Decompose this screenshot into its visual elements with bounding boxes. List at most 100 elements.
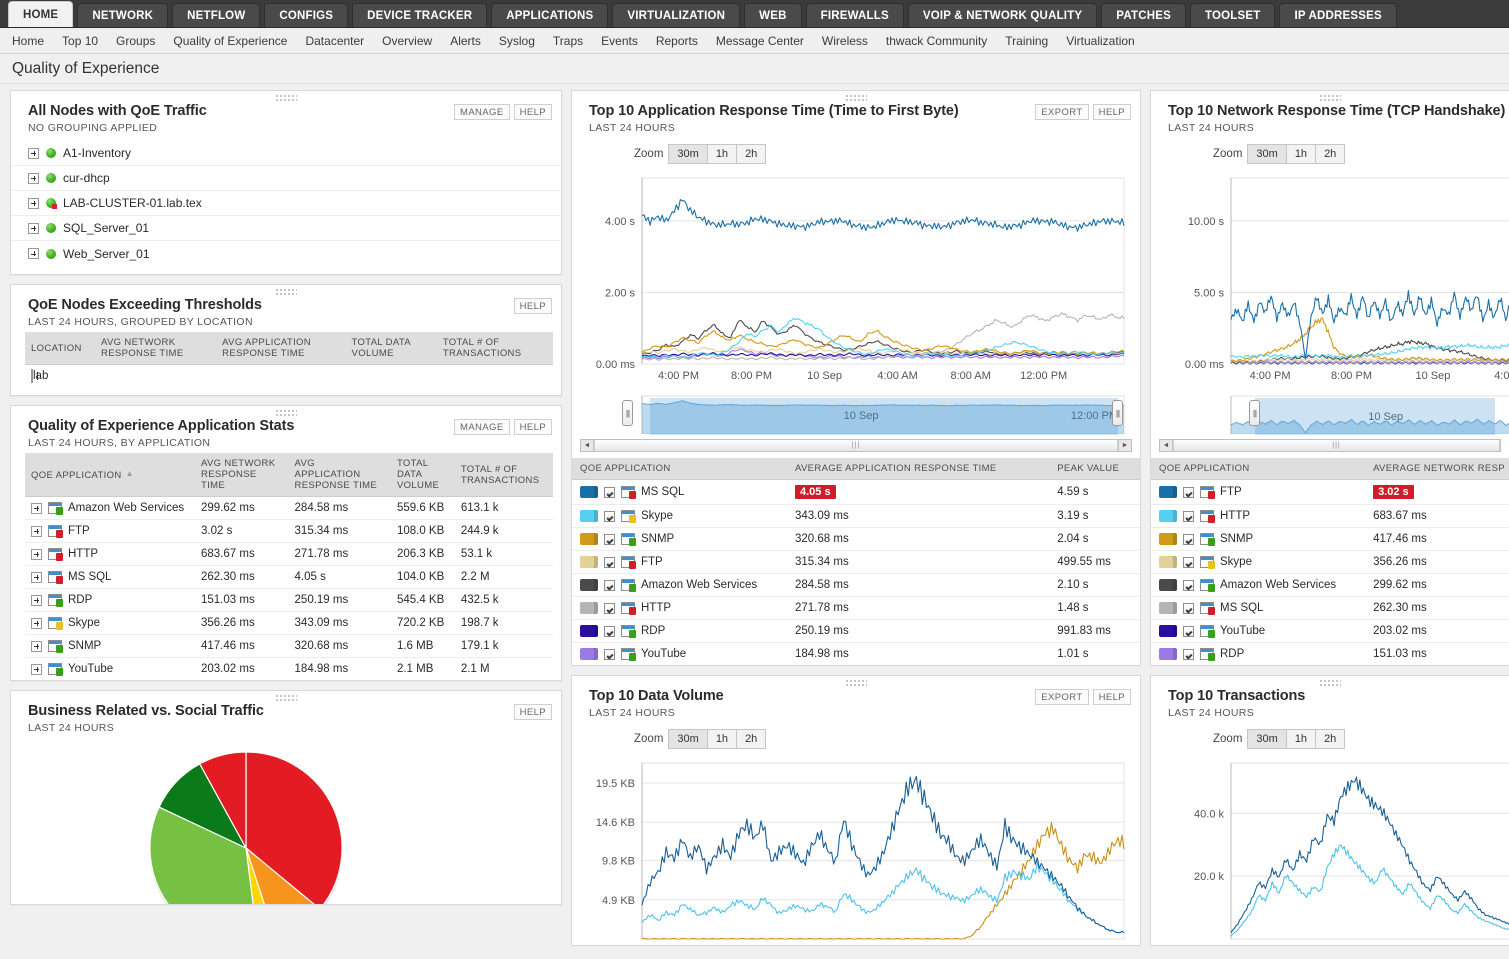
series-visibility-checkbox[interactable] [1183,510,1194,522]
scroll-left-arrow[interactable]: ◄ [1160,440,1173,451]
nav-tab-voip-network-quality[interactable]: VOIP & NETWORK QUALITY [907,3,1098,27]
nav-tab-firewalls[interactable]: FIREWALLS [805,3,904,27]
series-visibility-checkbox[interactable] [604,533,615,545]
subnav-item-datacenter[interactable]: Datacenter [296,34,373,48]
expand-icon[interactable] [31,640,42,652]
nav-tab-netflow[interactable]: NETFLOW [172,3,261,27]
data-volume-plot[interactable]: 4.9 KB 9.8 KB 14.6 KB 19.5 KB [580,755,1132,945]
table-row[interactable]: RDP 151.03 ms 250.19 ms 545.4 KB 432.5 k [25,588,553,612]
series-visibility-checkbox[interactable] [604,486,615,498]
zoom-2h-button[interactable]: 2h [736,729,767,749]
zoom-30m-button[interactable]: 30m [1247,729,1287,749]
zoom-2h-button[interactable]: 2h [1315,729,1346,749]
legend-row[interactable]: SNMP 320.68 ms 2.04 s [572,527,1140,551]
expand-icon[interactable] [28,147,39,159]
network-response-navigator[interactable]: ||| 10 Sep [1159,394,1509,437]
expand-icon[interactable] [28,197,39,209]
expand-icon[interactable] [28,172,39,184]
series-visibility-checkbox[interactable] [604,602,615,614]
table-row[interactable]: Amazon Web Services 299.62 ms 284.58 ms … [25,496,553,520]
subnav-item-syslog[interactable]: Syslog [490,34,544,48]
series-visibility-checkbox[interactable] [604,648,615,660]
subnav-item-groups[interactable]: Groups [107,34,164,48]
legend-row[interactable]: Skype 343.09 ms 3.19 s [572,504,1140,528]
navigator-handle-left[interactable]: ||| [1249,400,1260,426]
zoom-1h-button[interactable]: 1h [706,729,738,749]
expand-icon[interactable] [31,571,42,583]
nav-tab-toolset[interactable]: TOOLSET [1189,3,1276,27]
help-button[interactable]: HELP [1092,104,1131,120]
legend-row[interactable]: Skype 356.26 ms [1151,550,1509,574]
legend-row[interactable]: SNMP 417.46 ms [1151,527,1509,551]
scroll-thumb[interactable]: ||| [594,440,1118,451]
series-visibility-checkbox[interactable] [604,579,615,591]
manage-button[interactable]: MANAGE [454,419,510,435]
app-response-navigator[interactable]: ||| ||| 10 Sep 12:00 PM [580,394,1132,437]
column-header[interactable]: AVG APPLICATION RESPONSE TIME [216,332,346,365]
column-header[interactable]: TOTAL DATA VOLUME [345,332,437,365]
scroll-thumb[interactable]: ||| [1173,440,1500,451]
series-visibility-checkbox[interactable] [1183,602,1194,614]
subnav-item-reports[interactable]: Reports [647,34,707,48]
horizontal-scrollbar[interactable]: ◄ ||| ► [580,439,1132,452]
network-response-plot[interactable]: 0.00 ms 5.00 s 10.00 s 4:00 PM 8:00 PM 10 Sep… [1159,170,1509,388]
zoom-1h-button[interactable]: 1h [1285,729,1317,749]
nav-tab-applications[interactable]: APPLICATIONS [491,3,609,27]
subnav-item-thwack-community[interactable]: thwack Community [877,34,996,48]
expand-icon[interactable] [31,502,42,514]
column-header[interactable]: QOE APPLICATION [572,458,787,480]
legend-row[interactable]: HTTP 271.78 ms 1.48 s [572,596,1140,620]
help-button[interactable]: HELP [513,298,552,314]
legend-row[interactable]: YouTube 203.02 ms [1151,619,1509,643]
app-response-plot[interactable]: 0.00 ms 2.00 s 4.00 s 4:00 PM 8:00 PM 10 Sep 4… [580,170,1132,388]
subnav-item-quality-of-experience[interactable]: Quality of Experience [164,34,296,48]
series-visibility-checkbox[interactable] [604,625,615,637]
legend-row[interactable]: FTP 3.02 s [1151,479,1509,505]
export-button[interactable]: EXPORT [1035,689,1089,705]
column-header[interactable]: AVG APPLICATION RESPONSE TIME [288,453,391,497]
expand-icon[interactable] [31,663,42,675]
column-header[interactable]: TOTAL # OF TRANSACTIONS [436,332,553,365]
node-list-item[interactable]: SQL_Server_01 [11,216,561,241]
table-row[interactable]: Skype 356.26 ms 343.09 ms 720.2 KB 198.7… [25,611,553,635]
legend-row[interactable]: Amazon Web Services 284.58 ms 2.10 s [572,573,1140,597]
legend-row[interactable]: RDP 151.03 ms [1151,643,1509,666]
table-row[interactable]: SNMP 417.46 ms 320.68 ms 1.6 MB 179.1 k [25,634,553,658]
subnav-item-events[interactable]: Events [592,34,647,48]
subnav-item-home[interactable]: Home [10,34,53,48]
help-button[interactable]: HELP [1092,689,1131,705]
subnav-item-message-center[interactable]: Message Center [707,34,813,48]
expand-icon[interactable] [31,594,42,606]
legend-row[interactable]: MS SQL 4.05 s 4.59 s [572,479,1140,505]
series-visibility-checkbox[interactable] [1183,625,1194,637]
legend-row[interactable]: MS SQL 262.30 ms [1151,596,1509,620]
column-header[interactable]: PEAK VALUE [1049,458,1140,480]
column-header[interactable]: AVG NETWORK RESPONSE TIME [95,332,217,365]
table-row[interactable]: lab [25,365,553,388]
subnav-item-alerts[interactable]: Alerts [441,34,490,48]
scroll-left-arrow[interactable]: ◄ [581,440,594,451]
horizontal-scrollbar[interactable]: ◄ ||| [1159,439,1501,452]
expand-icon[interactable] [31,525,42,537]
transactions-plot[interactable]: 20.0 k 40.0 k [1159,755,1509,945]
nav-tab-patches[interactable]: PATCHES [1101,3,1186,27]
export-button[interactable]: EXPORT [1035,104,1089,120]
nav-tab-network[interactable]: NETWORK [77,3,169,27]
help-button[interactable]: HELP [513,419,552,435]
legend-row[interactable]: YouTube 184.98 ms 1.01 s [572,643,1140,666]
subnav-item-virtualization[interactable]: Virtualization [1057,34,1143,48]
series-visibility-checkbox[interactable] [604,556,615,568]
table-row[interactable]: HTTP 683.67 ms 271.78 ms 206.3 KB 53.1 k [25,542,553,566]
series-visibility-checkbox[interactable] [1183,648,1194,660]
column-header[interactable]: QOE APPLICATION [1151,458,1366,480]
series-visibility-checkbox[interactable] [1183,556,1194,568]
zoom-1h-button[interactable]: 1h [706,144,738,164]
nav-tab-device-tracker[interactable]: DEVICE TRACKER [352,3,488,27]
legend-row[interactable]: FTP 315.34 ms 499.55 ms [572,550,1140,574]
nav-tab-ip-addresses[interactable]: IP ADDRESSES [1279,3,1397,27]
column-header[interactable]: AVG NETWORK RESPONSE TIME [195,453,289,497]
subnav-item-top-10[interactable]: Top 10 [53,34,107,48]
help-button[interactable]: HELP [513,704,552,720]
navigator-handle-right[interactable]: ||| [1112,400,1123,426]
table-row[interactable]: YouTube 203.02 ms 184.98 ms 2.1 MB 2.1 M [25,658,553,681]
